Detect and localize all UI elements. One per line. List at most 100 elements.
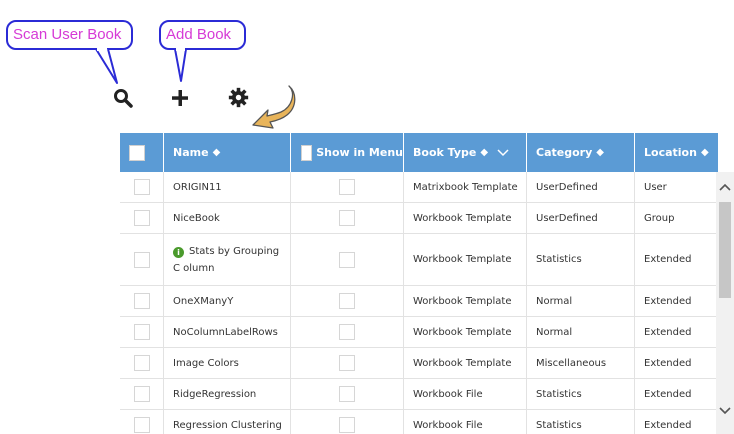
table-row[interactable]: NoColumnLabelRows Workbook Template Norm… <box>120 317 718 348</box>
show-in-menu-checkbox[interactable] <box>339 417 355 433</box>
book-name: NiceBook <box>164 203 291 233</box>
book-name-cell: i Stats by Grouping C olumn <box>164 234 291 285</box>
table-row[interactable]: Regression Clustering Workbook File Stat… <box>120 410 718 434</box>
add-book-callout: Add Book <box>159 20 246 50</box>
search-icon[interactable] <box>113 88 133 108</box>
row-select-cell[interactable] <box>120 410 164 434</box>
category: UserDefined <box>527 203 635 233</box>
category: Miscellaneous <box>527 348 635 378</box>
row-checkbox[interactable] <box>133 355 150 371</box>
location: Extended <box>644 419 692 431</box>
row-select-cell[interactable] <box>120 172 164 202</box>
show-in-menu-checkbox[interactable] <box>339 179 355 195</box>
header-location[interactable]: Location ◆ <box>635 133 718 172</box>
row-select-cell[interactable] <box>120 348 164 378</box>
add-book-label: Add Book <box>166 26 232 43</box>
select-all-checkbox[interactable] <box>129 144 145 161</box>
header-category-label: Category <box>536 146 593 159</box>
show-in-menu-all-checkbox[interactable] <box>301 144 313 161</box>
book-name: Stats by Grouping C olumn <box>173 245 280 274</box>
table-row[interactable]: ORIGIN11 Matrixbook Template UserDefined… <box>120 172 718 203</box>
vertical-scrollbar[interactable] <box>716 172 734 434</box>
show-in-menu-cell[interactable] <box>291 234 404 285</box>
header-select-all[interactable] <box>120 133 164 172</box>
header-category[interactable]: Category ◆ <box>527 133 635 172</box>
add-icon[interactable] <box>170 88 190 108</box>
show-in-menu-checkbox[interactable] <box>339 386 355 402</box>
header-book-type[interactable]: Book Type ◆ <box>404 133 527 172</box>
book-type: Workbook File <box>404 379 527 409</box>
row-checkbox[interactable] <box>133 179 150 195</box>
sort-icon[interactable]: ◆ <box>213 147 221 158</box>
row-select-cell[interactable] <box>120 317 164 347</box>
sort-icon[interactable]: ◆ <box>596 147 604 158</box>
show-in-menu-cell[interactable] <box>291 203 404 233</box>
chevron-down-icon[interactable] <box>497 148 509 157</box>
category: Normal <box>527 286 635 316</box>
header-name-label: Name <box>173 146 209 159</box>
category: Statistics <box>527 234 635 285</box>
row-checkbox[interactable] <box>133 324 150 340</box>
book-name: ORIGIN11 <box>164 172 291 202</box>
category: Normal <box>527 317 635 347</box>
header-name[interactable]: Name ◆ <box>164 133 291 172</box>
row-checkbox[interactable] <box>133 210 150 226</box>
scroll-down-arrow-icon[interactable] <box>716 404 734 418</box>
location: Extended <box>644 326 692 338</box>
show-in-menu-checkbox[interactable] <box>339 324 355 340</box>
add-callout-tail <box>174 48 187 82</box>
book-type: Matrixbook Template <box>404 172 527 202</box>
show-in-menu-cell[interactable] <box>291 379 404 409</box>
header-location-label: Location <box>644 146 697 159</box>
sort-icon[interactable]: ◆ <box>701 147 709 158</box>
table-row[interactable]: OneXManyY Workbook Template Normal Exten… <box>120 286 718 317</box>
table-row[interactable]: NiceBook Workbook Template UserDefined G… <box>120 203 718 234</box>
table-row[interactable]: i Stats by Grouping C olumn Workbook Temp… <box>120 234 718 286</box>
row-select-cell[interactable] <box>120 234 164 285</box>
book-type: Workbook Template <box>404 234 527 285</box>
category: Statistics <box>527 379 635 409</box>
sort-icon[interactable]: ◆ <box>480 147 488 158</box>
table-row[interactable]: Image Colors Workbook Template Miscellan… <box>120 348 718 379</box>
location: Group <box>644 212 675 224</box>
location: Extended <box>644 388 692 400</box>
table-body: ORIGIN11 Matrixbook Template UserDefined… <box>120 172 718 434</box>
book-type: Workbook Template <box>404 348 527 378</box>
curved-arrow-icon <box>252 85 296 129</box>
book-name: Image Colors <box>164 348 291 378</box>
header-show-in-menu[interactable]: Show in Menu <box>291 133 404 172</box>
show-in-menu-checkbox[interactable] <box>339 210 355 226</box>
show-in-menu-cell[interactable] <box>291 172 404 202</box>
book-type: Workbook Template <box>404 286 527 316</box>
location: Extended <box>644 357 692 369</box>
book-table: Name ◆ Show in Menu Book Type ◆ Category… <box>120 133 734 434</box>
location: Extended <box>644 254 692 265</box>
category: Statistics <box>527 410 635 434</box>
book-type: Workbook File <box>404 410 527 434</box>
scan-callout-tail <box>95 48 118 84</box>
row-checkbox[interactable] <box>133 417 150 433</box>
book-type: Workbook Template <box>404 317 527 347</box>
scrollbar-thumb[interactable] <box>719 202 731 298</box>
show-in-menu-checkbox[interactable] <box>339 355 355 371</box>
row-checkbox[interactable] <box>133 293 150 309</box>
row-select-cell[interactable] <box>120 379 164 409</box>
book-type: Workbook Template <box>404 203 527 233</box>
row-checkbox[interactable] <box>133 386 150 402</box>
header-show-in-menu-label: Show in Menu <box>316 146 403 159</box>
row-checkbox[interactable] <box>133 251 150 268</box>
show-in-menu-cell[interactable] <box>291 348 404 378</box>
book-name: RidgeRegression <box>164 379 291 409</box>
table-row[interactable]: RidgeRegression Workbook File Statistics… <box>120 379 718 410</box>
book-name: OneXManyY <box>164 286 291 316</box>
show-in-menu-checkbox[interactable] <box>339 251 355 268</box>
book-name: NoColumnLabelRows <box>164 317 291 347</box>
row-select-cell[interactable] <box>120 203 164 233</box>
show-in-menu-checkbox[interactable] <box>339 293 355 309</box>
show-in-menu-cell[interactable] <box>291 286 404 316</box>
scroll-up-arrow-icon[interactable] <box>716 180 734 194</box>
show-in-menu-cell[interactable] <box>291 410 404 434</box>
row-select-cell[interactable] <box>120 286 164 316</box>
info-icon[interactable]: i <box>173 246 184 258</box>
show-in-menu-cell[interactable] <box>291 317 404 347</box>
